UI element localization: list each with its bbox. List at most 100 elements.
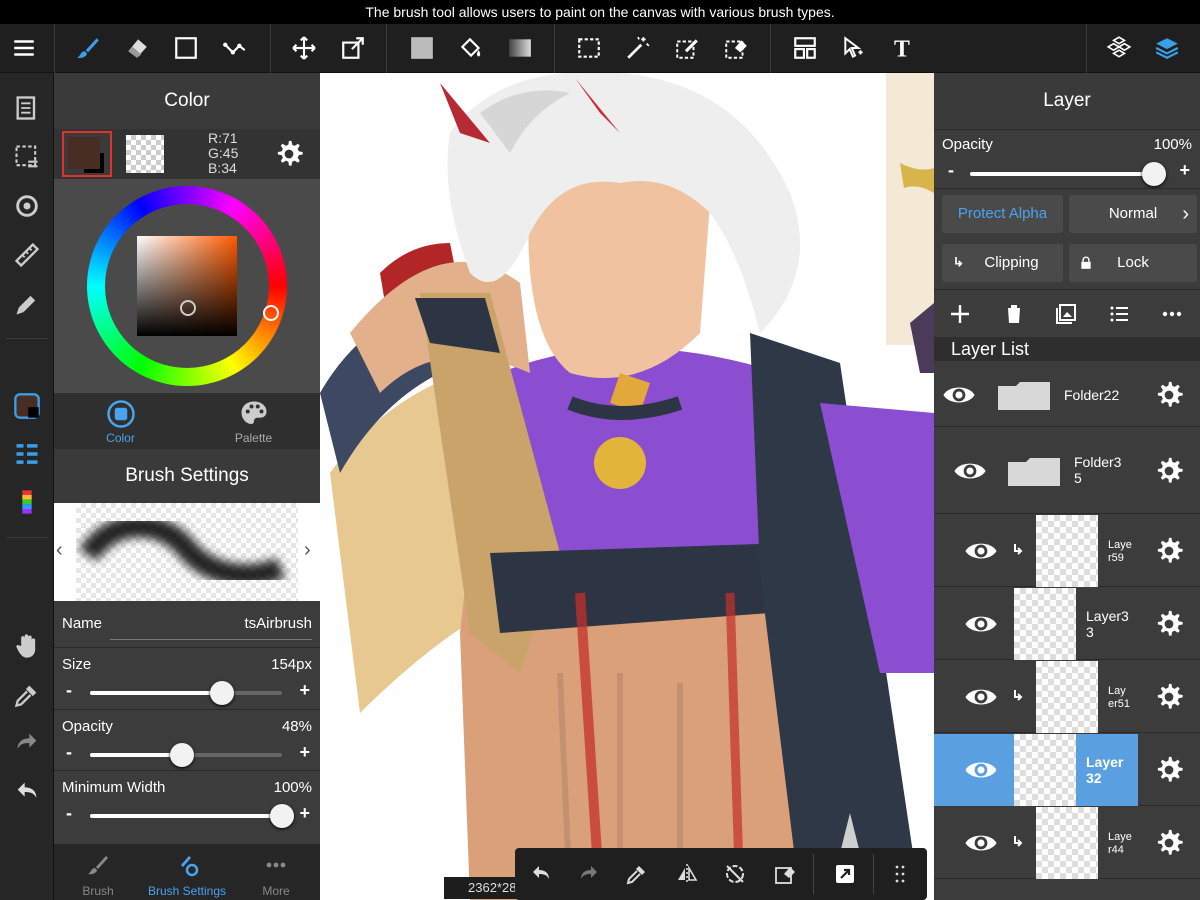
tab-color[interactable]: Color <box>54 393 187 449</box>
visibility-eye-icon[interactable] <box>953 454 987 488</box>
add-layer-icon[interactable] <box>948 302 972 331</box>
drawing-canvas[interactable]: 2362*28 <box>320 73 934 900</box>
layer-settings-gear-icon[interactable] <box>1154 380 1184 410</box>
tab-brush[interactable]: Brush <box>54 845 142 900</box>
layer-row[interactable]: Lay er51 <box>934 661 1200 733</box>
size-minus-button[interactable]: - <box>66 680 72 701</box>
delete-layer-icon[interactable] <box>1002 302 1026 331</box>
main-toolbar: T <box>0 24 1200 73</box>
visibility-eye-icon[interactable] <box>964 826 998 860</box>
brush-name-row[interactable]: Name tsAirbrush <box>54 601 320 648</box>
layer-row[interactable]: Folder3 5 <box>934 428 1200 514</box>
layer-row[interactable]: Folder22 <box>934 363 1200 427</box>
polyline-icon[interactable] <box>219 32 251 64</box>
tab-palette[interactable]: Palette <box>187 393 320 449</box>
layer-settings-gear-icon[interactable] <box>1154 609 1184 639</box>
move-icon[interactable] <box>288 32 320 64</box>
magic-wand-icon[interactable] <box>622 32 654 64</box>
size-plus-button[interactable]: + <box>299 680 310 701</box>
layer-row[interactable]: Laye r59 <box>934 515 1200 587</box>
opacity-slider[interactable] <box>90 743 282 767</box>
hue-picker-handle[interactable] <box>263 305 279 321</box>
layout-icon[interactable] <box>789 32 821 64</box>
artwork-illustration <box>320 73 934 900</box>
layer-settings-gear-icon[interactable] <box>1154 456 1184 486</box>
visibility-eye-icon[interactable] <box>964 534 998 568</box>
layer-settings-gear-icon[interactable] <box>1154 536 1184 566</box>
snap-pen-icon[interactable] <box>10 287 44 321</box>
layer-row[interactable]: Layer3 3 <box>934 588 1200 660</box>
saturation-value-square[interactable] <box>137 236 237 336</box>
quick-eyedropper-icon[interactable] <box>623 860 651 888</box>
tab-more[interactable]: More <box>232 845 320 900</box>
layer-row-selected[interactable]: Layer 32 <box>934 734 1200 806</box>
pages-icon[interactable] <box>10 91 44 125</box>
flip-horizontal-icon[interactable] <box>673 860 701 888</box>
brush-minwidth-row: Minimum Width 100% - + <box>54 771 320 845</box>
brush-prev-chevron-icon[interactable]: ‹ <box>56 539 63 562</box>
layer-settings-gear-icon[interactable] <box>1154 828 1184 858</box>
lock-button[interactable]: Lock <box>1069 244 1197 282</box>
tab-brush-settings[interactable]: Brush Settings <box>142 845 232 900</box>
size-slider[interactable] <box>90 681 282 705</box>
eraser-icon[interactable] <box>121 32 153 64</box>
opacity-plus-button[interactable]: + <box>299 742 310 763</box>
rotate-canvas-icon[interactable] <box>10 189 44 223</box>
layer-more-icon[interactable] <box>1160 302 1184 331</box>
materials-icon[interactable] <box>1103 32 1135 64</box>
eyedropper-icon[interactable] <box>10 678 44 712</box>
visibility-eye-icon[interactable] <box>964 607 998 641</box>
rectangle-icon[interactable] <box>170 32 202 64</box>
redo-icon[interactable] <box>10 726 44 760</box>
quick-redo-icon[interactable] <box>575 860 603 888</box>
clipping-button[interactable]: Clipping <box>942 244 1063 282</box>
duplicate-layer-icon[interactable] <box>1054 302 1078 331</box>
color-palette-icon[interactable] <box>10 485 44 519</box>
select-pen-icon[interactable] <box>671 32 703 64</box>
ruler-icon[interactable] <box>10 238 44 272</box>
primary-color-swatch[interactable] <box>62 131 112 177</box>
minwidth-plus-button[interactable]: + <box>299 803 310 824</box>
gradient-icon[interactable] <box>504 32 536 64</box>
layers-icon[interactable] <box>1151 32 1183 64</box>
visibility-eye-icon[interactable] <box>964 680 998 714</box>
select-eraser-icon[interactable] <box>720 32 752 64</box>
grid-dots-icon[interactable] <box>889 860 917 888</box>
brush-icon[interactable] <box>72 32 104 64</box>
layer-opacity-slider[interactable] <box>970 162 1166 186</box>
clear-selection-icon[interactable] <box>771 860 799 888</box>
blend-mode-button[interactable]: Normal › <box>1069 195 1197 233</box>
selection-layer-icon[interactable] <box>10 140 44 174</box>
color-settings-gear-icon[interactable] <box>274 139 304 169</box>
blend-mode-chevron-icon: › <box>1182 203 1189 225</box>
layer-list-menu-icon[interactable] <box>1108 302 1132 331</box>
quick-undo-icon[interactable] <box>527 860 555 888</box>
sv-picker-handle[interactable] <box>180 300 196 316</box>
color-swatch-icon[interactable] <box>10 389 44 423</box>
layer-settings-gear-icon[interactable] <box>1154 755 1184 785</box>
bucket-icon[interactable] <box>455 32 487 64</box>
menu-icon[interactable] <box>8 32 40 64</box>
reset-rotation-icon[interactable] <box>721 860 749 888</box>
select-arrow-icon[interactable] <box>838 32 870 64</box>
fill-color-icon[interactable] <box>406 32 438 64</box>
opacity-minus-button[interactable]: - <box>66 742 72 763</box>
transparent-color-swatch[interactable] <box>126 135 164 173</box>
layer-opacity-plus-button[interactable]: + <box>1179 160 1190 181</box>
visibility-eye-icon[interactable] <box>942 378 976 412</box>
visibility-eye-icon[interactable] <box>964 753 998 787</box>
minwidth-minus-button[interactable]: - <box>66 803 72 824</box>
hand-icon[interactable] <box>10 629 44 663</box>
protect-alpha-button[interactable]: Protect Alpha <box>942 195 1063 233</box>
select-rect-icon[interactable] <box>573 32 605 64</box>
text-icon[interactable]: T <box>886 32 918 64</box>
transform-icon[interactable] <box>337 32 369 64</box>
layer-list-icon[interactable] <box>10 437 44 471</box>
layer-settings-gear-icon[interactable] <box>1154 682 1184 712</box>
layer-opacity-minus-button[interactable]: - <box>948 160 954 181</box>
undo-icon[interactable] <box>10 775 44 809</box>
layer-row[interactable]: Laye r44 <box>934 807 1200 879</box>
minwidth-slider[interactable] <box>90 804 294 828</box>
brush-next-chevron-icon[interactable]: › <box>304 539 311 562</box>
fullscreen-icon[interactable] <box>831 860 859 888</box>
